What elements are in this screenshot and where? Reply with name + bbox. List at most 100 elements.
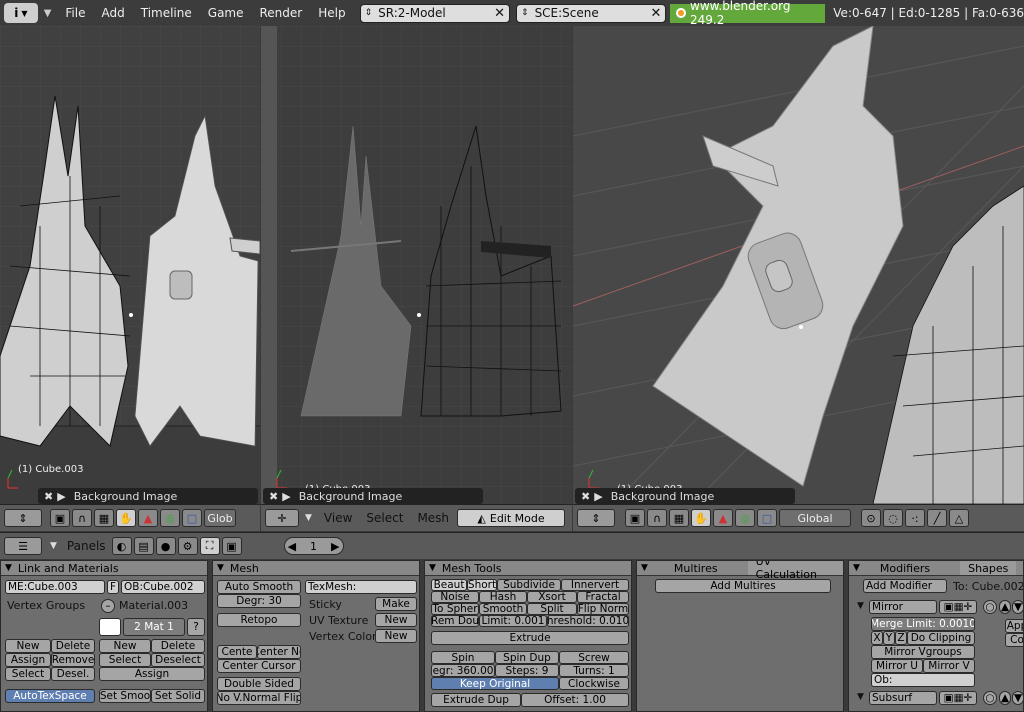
draw-type-icon[interactable]: ▣	[625, 509, 645, 527]
material-help-button[interactable]: ?	[187, 618, 205, 636]
close-icon[interactable]: ✖	[44, 490, 53, 503]
editor-type-select[interactable]: ✛	[265, 509, 299, 527]
vgroup-delete-button[interactable]: Delete	[51, 639, 95, 653]
degrees-field[interactable]: egr: 360.00	[431, 664, 495, 677]
shading-context-icon[interactable]: ●	[155, 537, 176, 555]
panel-title[interactable]: ▼ Mesh	[213, 561, 419, 576]
material-new-button[interactable]: New	[99, 639, 151, 653]
material-color-swatch[interactable]	[99, 618, 121, 636]
spin-dup-button[interactable]: Spin Dup	[495, 651, 559, 664]
fake-user-button[interactable]: F	[107, 580, 119, 594]
collapse-icon[interactable]: ▼	[217, 563, 224, 573]
auto-smooth-degree-field[interactable]: Degr: 30	[217, 594, 301, 608]
tab-shapes[interactable]: Shapes	[960, 561, 1017, 575]
close-scene-icon[interactable]: ✕	[647, 6, 662, 21]
flip-normals-button[interactable]: Flip Norm	[577, 603, 629, 615]
mirror-v-toggle[interactable]: Mirror V	[923, 659, 975, 673]
uv-texture-new-button[interactable]: New	[375, 613, 417, 627]
steps-field[interactable]: Steps: 9	[495, 664, 559, 677]
play-icon[interactable]: ▶	[57, 490, 65, 503]
threshold-field[interactable]: hreshold: 0.010	[547, 615, 629, 627]
scale-icon[interactable]: □	[757, 509, 777, 527]
menu-view[interactable]: View	[324, 511, 352, 525]
xsort-button[interactable]: Xsort	[527, 591, 577, 603]
collapse-header-icon[interactable]: ▼	[50, 541, 57, 551]
layers-icon[interactable]: ▦	[669, 509, 689, 527]
no-vnormal-flip-toggle[interactable]: No V.Normal Flip	[217, 691, 301, 705]
apply-button[interactable]: App	[1005, 619, 1023, 633]
merge-limit-field[interactable]: Merge Limit: 0.0010	[871, 617, 975, 631]
remove-doubles-button[interactable]: Rem Dou	[431, 615, 479, 627]
extrude-dup-button[interactable]: Extrude Dup	[431, 693, 521, 707]
viewport-left[interactable]: (1) Cube.003 ✖ ▶ Background Image	[0, 26, 260, 504]
vgroup-new-button[interactable]: New	[5, 639, 51, 653]
mirror-x-toggle[interactable]: X	[871, 631, 883, 645]
mirror-object-field[interactable]: Ob:	[871, 673, 975, 687]
material-deselect-button[interactable]: Deselect	[151, 653, 205, 667]
collapse-header-icon[interactable]: ▼	[305, 513, 312, 523]
screw-button[interactable]: Screw	[559, 651, 629, 664]
pivot-icon[interactable]: ⊙	[861, 509, 881, 527]
center-cursor-button[interactable]: Center Cursor	[217, 659, 301, 673]
sticky-make-button[interactable]: Make	[375, 597, 417, 611]
object-name-field[interactable]: OB:Cube.002	[121, 580, 205, 594]
mirror-modifier-name[interactable]: Mirror	[869, 600, 937, 614]
panel-title[interactable]: ▼ Link and Materials	[1, 561, 207, 576]
viewport-right[interactable]: (1) Cube.003 ✖ ▶ Background Image	[573, 26, 1024, 504]
scene-selector[interactable]: ⇕ SCE:Scene ✕	[516, 3, 667, 23]
mirror-vgroups-toggle[interactable]: Mirror Vgroups	[871, 645, 975, 659]
set-solid-button[interactable]: Set Solid	[151, 689, 205, 703]
menu-file[interactable]: File	[57, 6, 93, 20]
split-button[interactable]: Split	[527, 603, 577, 615]
orientation-select[interactable]: Glob	[204, 509, 236, 527]
mirror-u-toggle[interactable]: Mirror U	[871, 659, 923, 673]
vgroup-select-button[interactable]: Select	[5, 667, 51, 681]
magnet-icon[interactable]: ∩	[72, 509, 92, 527]
noise-button[interactable]: Noise	[431, 591, 479, 603]
menu-game[interactable]: Game	[200, 6, 252, 20]
menu-help[interactable]: Help	[310, 6, 353, 20]
spin-button[interactable]: Spin	[431, 651, 495, 664]
rotate-icon[interactable]: ◎	[735, 509, 755, 527]
scale-icon[interactable]: □	[182, 509, 202, 527]
play-icon[interactable]: ▶	[594, 490, 602, 503]
rotate-icon[interactable]: ◎	[160, 509, 180, 527]
frame-left-arrow-icon[interactable]: ◀	[288, 540, 296, 553]
keep-original-toggle[interactable]: Keep Original	[431, 677, 559, 690]
autotexspace-toggle[interactable]: AutoTexSpace	[5, 689, 95, 703]
modifier-cage-icon[interactable]: ○	[983, 691, 997, 705]
face-select-icon[interactable]: △	[949, 509, 969, 527]
menu-add[interactable]: Add	[94, 6, 133, 20]
move-down-icon[interactable]: ▼	[1012, 600, 1023, 614]
tab-uv-calculation[interactable]: UV Calculation	[747, 561, 843, 581]
editor-type-select[interactable]: ⇕	[577, 509, 615, 527]
translate-icon[interactable]: ▲	[138, 509, 158, 527]
retopo-toggle[interactable]: Retopo	[217, 613, 301, 627]
subsurf-modifier-name[interactable]: Subsurf	[869, 691, 937, 705]
turns-field[interactable]: Turns: 1	[559, 664, 629, 677]
proportional-icon[interactable]: ◌	[883, 509, 903, 527]
material-menu-icon[interactable]: –	[101, 599, 115, 613]
vgroup-deselect-button[interactable]: Desel.	[51, 667, 95, 681]
vertex-color-new-button[interactable]: New	[375, 629, 417, 643]
mirror-z-toggle[interactable]: Z	[895, 631, 907, 645]
move-down-icon[interactable]: ▼	[1012, 691, 1023, 705]
material-delete-button[interactable]: Delete	[151, 639, 205, 653]
viewport-middle[interactable]: (1) Cube.003 ✖ ▶ Background Image	[261, 26, 572, 504]
orientation-select[interactable]: Global	[779, 509, 851, 527]
editor-type-select[interactable]: ⇕	[4, 509, 42, 527]
subdivide-button[interactable]: Subdivide	[497, 579, 561, 591]
screen-selector[interactable]: ⇕ SR:2-Model ✕	[359, 3, 511, 23]
smooth-button[interactable]: Smooth	[479, 603, 527, 615]
layers-icon[interactable]: ▦	[94, 509, 114, 527]
modifier-visibility-icons[interactable]: ▣▦✛	[939, 691, 977, 705]
logic-context-icon[interactable]: ◐	[111, 537, 132, 555]
script-context-icon[interactable]: ▤	[133, 537, 154, 555]
to-sphere-button[interactable]: To Spher	[431, 603, 479, 615]
mesh-name-field[interactable]: ME:Cube.003	[5, 580, 105, 594]
beauty-toggle[interactable]: Beaut	[431, 579, 467, 591]
collapse-icon[interactable]: ▼	[641, 563, 648, 573]
editing-context-icon[interactable]: ⛶	[199, 537, 220, 555]
material-assign-button[interactable]: Assign	[99, 667, 205, 681]
clockwise-toggle[interactable]: Clockwise	[559, 677, 629, 690]
